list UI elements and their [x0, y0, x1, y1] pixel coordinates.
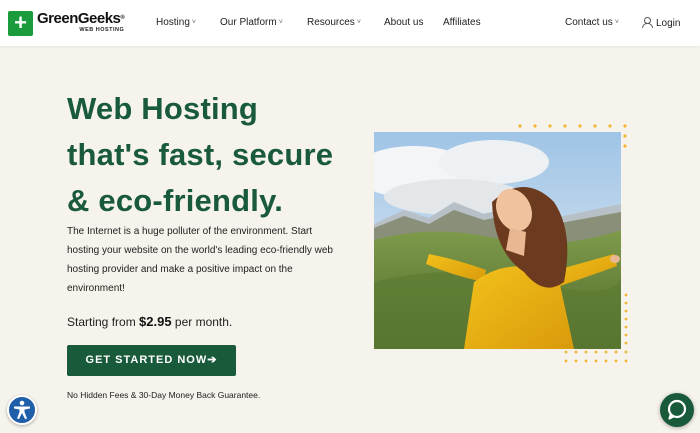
chevron-down-icon: ˅	[356, 19, 361, 26]
chat-bubble-icon	[667, 399, 687, 420]
nav-resources[interactable]: Resources ˅	[307, 17, 361, 28]
nav-affiliates[interactable]: Affiliates	[443, 17, 481, 28]
logo-name: GreenGeeks®	[37, 10, 125, 27]
greengeeks-logo[interactable]: + GreenGeeks® WEB HOSTING	[8, 10, 125, 36]
logo-wordmark: GreenGeeks® WEB HOSTING	[37, 10, 125, 33]
logo-subtitle: WEB HOSTING	[79, 27, 125, 33]
price-value: $2.95	[139, 314, 172, 329]
nav-about-us[interactable]: About us	[384, 17, 423, 28]
hero-title: Web Hosting that's fast, secure & eco-fr…	[67, 91, 334, 218]
accessibility-button[interactable]	[7, 395, 37, 425]
starting-price: Starting from $2.95 per month.	[67, 314, 233, 329]
nav-login[interactable]: Login	[642, 17, 680, 29]
hero-photo	[374, 132, 621, 349]
guarantee-note: No Hidden Fees & 30-Day Money Back Guara…	[67, 390, 261, 400]
chat-button[interactable]	[660, 393, 694, 427]
chevron-down-icon: ˅	[614, 19, 619, 26]
hero-description: The Internet is a huge polluter of the e…	[67, 226, 333, 294]
arrow-right-icon: ➔	[207, 354, 218, 366]
accessibility-icon	[14, 400, 30, 419]
site-header: + GreenGeeks® WEB HOSTING Hosting ˅ Our P…	[0, 0, 700, 46]
logo-plus-icon: +	[8, 11, 33, 36]
nav-hosting[interactable]: Hosting ˅	[156, 17, 196, 28]
user-icon	[642, 17, 653, 28]
chevron-down-icon: ˅	[278, 19, 283, 26]
get-started-button[interactable]: GET STARTED NOW➔	[67, 345, 236, 376]
nav-our-platform[interactable]: Our Platform ˅	[220, 17, 283, 28]
nav-contact-us[interactable]: Contact us ˅	[565, 17, 619, 28]
chevron-down-icon: ˅	[191, 19, 196, 26]
